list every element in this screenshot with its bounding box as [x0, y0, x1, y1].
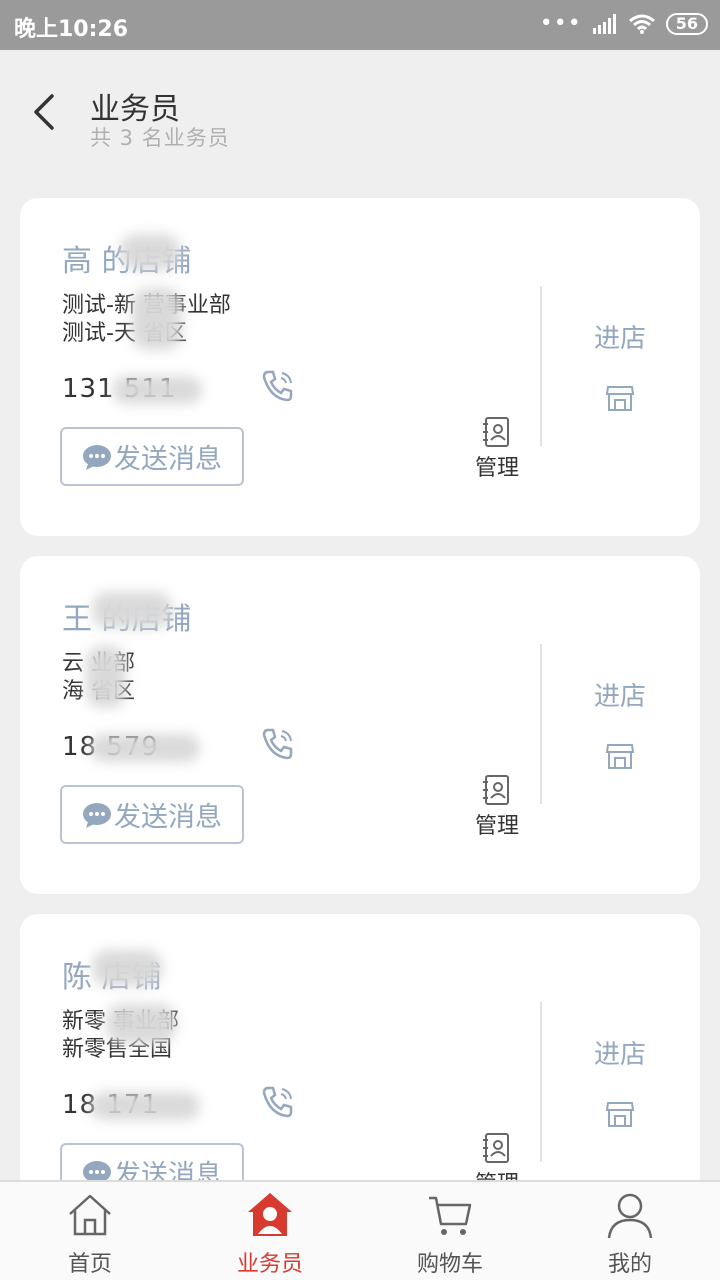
- privacy-blur: [92, 592, 172, 628]
- page-subtitle: 共 3 名业务员: [90, 126, 230, 150]
- storefront-icon: [605, 744, 635, 769]
- storefront-icon: [605, 1102, 635, 1127]
- status-time: 晚上10:26: [14, 17, 129, 42]
- tab-label: 首页: [67, 1252, 112, 1277]
- tab-profile[interactable]: 我的: [570, 1190, 690, 1278]
- send-message-label: 发送消息: [114, 802, 222, 833]
- storefront-icon: [605, 386, 635, 411]
- send-message-button[interactable]: 发送消息: [60, 785, 244, 844]
- chat-bubble-icon: [83, 444, 111, 470]
- enter-store-button[interactable]: 进店: [580, 318, 660, 417]
- tab-cart[interactable]: 购物车: [390, 1190, 510, 1278]
- salesman-icon: [248, 1193, 292, 1236]
- battery-indicator: 56: [665, 13, 708, 35]
- privacy-blur: [92, 950, 162, 986]
- privacy-blur: [120, 234, 180, 270]
- wifi-icon: [628, 14, 655, 34]
- privacy-blur: [90, 1092, 200, 1120]
- contact-book-icon: [483, 775, 509, 805]
- enter-store-label: 进店: [593, 682, 646, 712]
- page-header: 业务员 共 3 名业务员: [0, 50, 720, 176]
- tab-label: 我的: [607, 1252, 652, 1277]
- send-message-button[interactable]: 发送消息: [60, 427, 244, 486]
- manage-label: 管理: [474, 456, 519, 481]
- contact-book-icon: [483, 417, 509, 447]
- send-message-label: 发送消息: [114, 444, 222, 475]
- salesman-card: 高 的店铺 测试-新 营事业部 测试-天 省区 131 511 发送消息 管理 …: [20, 198, 700, 536]
- enter-store-label: 进店: [593, 1040, 646, 1070]
- manage-label: 管理: [474, 814, 519, 839]
- divider: [540, 1002, 542, 1162]
- chat-bubble-icon: [83, 802, 111, 828]
- bottom-tab-bar: 首页 业务员 购物车 我的: [0, 1180, 720, 1280]
- divider: [540, 286, 542, 446]
- tab-home[interactable]: 首页: [30, 1190, 150, 1278]
- salesman-card: 王 的店铺 云 业部 海 省区 18 579 发送消息 管理 进店: [20, 556, 700, 894]
- cart-icon: [429, 1196, 472, 1235]
- privacy-blur: [90, 734, 200, 762]
- tab-label: 购物车: [416, 1252, 483, 1277]
- manage-button[interactable]: 管理: [472, 774, 522, 840]
- privacy-blur: [106, 1004, 176, 1044]
- home-icon: [69, 1194, 111, 1236]
- tab-salesman[interactable]: 业务员: [210, 1190, 330, 1278]
- privacy-blur: [112, 376, 202, 404]
- divider: [540, 644, 542, 804]
- phone-call-icon[interactable]: [260, 726, 296, 762]
- profile-icon: [607, 1193, 653, 1239]
- status-bar: 晚上10:26 ••• 56: [0, 0, 720, 50]
- tab-label: 业务员: [236, 1252, 303, 1277]
- privacy-blur: [132, 288, 182, 350]
- phone-call-icon[interactable]: [260, 1084, 296, 1120]
- phone-call-icon[interactable]: [260, 368, 296, 404]
- back-arrow-icon[interactable]: [28, 92, 62, 132]
- status-icons: ••• 56: [540, 13, 708, 35]
- enter-store-label: 进店: [593, 324, 646, 354]
- more-dots-icon: •••: [539, 11, 582, 36]
- contact-book-icon: [483, 1133, 509, 1163]
- manage-button[interactable]: 管理: [472, 416, 522, 482]
- enter-store-button[interactable]: 进店: [580, 1034, 660, 1133]
- enter-store-button[interactable]: 进店: [580, 676, 660, 775]
- signal-icon: [592, 14, 616, 34]
- privacy-blur: [86, 646, 126, 708]
